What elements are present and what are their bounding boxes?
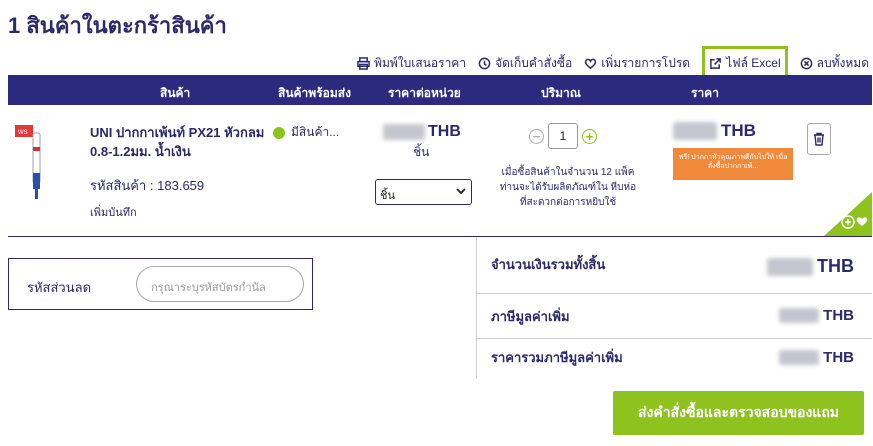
decrease-quantity-button[interactable]: − bbox=[529, 128, 544, 144]
excel-export-label: ไฟล์ Excel bbox=[726, 55, 781, 70]
header-unit-price: ราคาต่อหน่วย bbox=[388, 86, 461, 100]
summary-total-incl-vat-currency: THB bbox=[823, 349, 854, 366]
header-quantity: ปริมาณ bbox=[541, 86, 581, 100]
stock-status-text: มีสินค้า... bbox=[291, 125, 340, 139]
summary-total-incl-vat-value: THB bbox=[779, 349, 854, 366]
summary-total-incl-vat-row: ราคารวมภาษีมูลค่าเพิ่ม THB bbox=[477, 339, 872, 379]
checkout-button[interactable]: ส่งคำสั่งซื้อและตรวจสอบของแถม bbox=[613, 391, 864, 435]
summary-vat-label: ภาษีมูลค่าเพิ่ม bbox=[491, 309, 570, 324]
product-image[interactable]: WS bbox=[13, 123, 53, 203]
unit-price-value-redacted bbox=[383, 124, 425, 140]
summary-vat-redacted bbox=[779, 308, 820, 323]
order-summary: จำนวนเงินรวมทั้งสิ้น THB ภาษีมูลค่าเพิ่ม… bbox=[476, 237, 872, 379]
unit-price-currency: THB bbox=[428, 123, 461, 140]
trash-icon bbox=[814, 132, 824, 146]
chevron-down-icon bbox=[456, 188, 466, 195]
clear-all-label: ลบทั้งหมด bbox=[816, 55, 869, 70]
unit-select-value: ชิ้น bbox=[380, 190, 395, 202]
close-circle-icon bbox=[800, 57, 812, 69]
remove-item-button[interactable] bbox=[807, 123, 831, 155]
quantity-note: เมื่อซื้อสินค้าในจำนวน 12 แพ็ค ท่านจะได้… bbox=[499, 167, 637, 208]
image-badge-text: WS bbox=[18, 130, 28, 136]
add-favorite-link[interactable]: เพิ่มรายการโปรด bbox=[584, 54, 690, 73]
unit-label: ชิ้น bbox=[413, 145, 430, 159]
quantity-stepper: − 1 + bbox=[529, 123, 597, 149]
summary-vat-currency: THB bbox=[823, 307, 854, 324]
unit-select[interactable]: ชิ้น bbox=[375, 179, 472, 205]
cart-item-row: WS UNI ปากกาเพ้นท์ PX21 หัวกลม 0.8-1.2มม… bbox=[8, 105, 872, 237]
discount-code-input[interactable]: กรุณาระบุรหัสบัตรกำนัล bbox=[136, 266, 304, 302]
external-link-icon bbox=[710, 57, 721, 69]
header-product: สินค้า bbox=[160, 86, 191, 100]
summary-total-value: THB bbox=[767, 256, 854, 277]
clock-icon bbox=[478, 57, 491, 69]
discount-code-box: รหัสส่วนลด กรุณาระบุรหัสบัตรกำนัล bbox=[8, 258, 313, 310]
add-favorite-label: เพิ่มรายการโปรด bbox=[601, 55, 691, 70]
summary-total-label: จำนวนเงินรวมทั้งสิ้น bbox=[491, 257, 606, 272]
summary-vat-value: THB bbox=[779, 307, 854, 324]
header-stock: สินค้าพร้อมส่ง bbox=[278, 86, 351, 100]
printer-icon bbox=[357, 56, 370, 70]
unit-price: THB ชิ้น bbox=[383, 123, 483, 162]
promo-badge[interactable]: ฟรี! ปากกาหัวคุณภาพดีกับไปให้ เมื่อสั่งซ… bbox=[673, 148, 793, 180]
line-total-value-redacted bbox=[673, 122, 717, 140]
product-name[interactable]: UNI ปากกาเพ้นท์ PX21 หัวกลม 0.8-1.2มม. น… bbox=[90, 123, 275, 161]
discount-label: รหัสส่วนลด bbox=[27, 280, 92, 295]
summary-vat-row: ภาษีมูลค่าเพิ่ม THB bbox=[477, 294, 872, 339]
in-stock-dot-icon bbox=[273, 126, 285, 139]
header-price: ราคา bbox=[691, 86, 719, 100]
summary-total-incl-vat-label: ราคารวมภาษีมูลค่าเพิ่ม bbox=[491, 350, 623, 365]
add-note-link[interactable]: เพิ่มบันทึก bbox=[90, 203, 137, 221]
stock-status: มีสินค้า... bbox=[273, 123, 339, 142]
add-to-favorites-corner[interactable] bbox=[824, 192, 872, 236]
heart-icon bbox=[584, 58, 597, 69]
line-total-price: THB bbox=[673, 121, 756, 141]
summary-total-incl-vat-redacted bbox=[779, 350, 820, 365]
save-order-link[interactable]: จัดเก็บคำสั่งซื้อ bbox=[478, 54, 572, 73]
save-order-label: จัดเก็บคำสั่งซื้อ bbox=[495, 55, 573, 70]
line-total-currency: THB bbox=[721, 121, 756, 140]
product-sku: รหัสสินค้า : 183.659 bbox=[90, 178, 205, 193]
print-quote-link[interactable]: พิมพ์ใบเสนอราคา bbox=[357, 54, 466, 73]
cart-toolbar: พิมพ์ใบเสนอราคา จัดเก็บคำสั่งซื้อ เพิ่มร… bbox=[357, 46, 869, 80]
cart-table-header: สินค้า สินค้าพร้อมส่ง ราคาต่อหน่วย ปริมา… bbox=[8, 75, 872, 105]
print-quote-label: พิมพ์ใบเสนอราคา bbox=[374, 55, 467, 70]
increase-quantity-button[interactable]: + bbox=[582, 128, 597, 144]
clear-all-link[interactable]: ลบทั้งหมด bbox=[800, 54, 869, 73]
page-title: 1 สินค้าในตะกร้าสินค้า bbox=[8, 13, 227, 38]
summary-total-currency: THB bbox=[817, 256, 854, 276]
quantity-input[interactable]: 1 bbox=[548, 123, 578, 149]
summary-total-redacted bbox=[767, 257, 813, 276]
summary-total-row: จำนวนเงินรวมทั้งสิ้น THB bbox=[477, 237, 872, 294]
